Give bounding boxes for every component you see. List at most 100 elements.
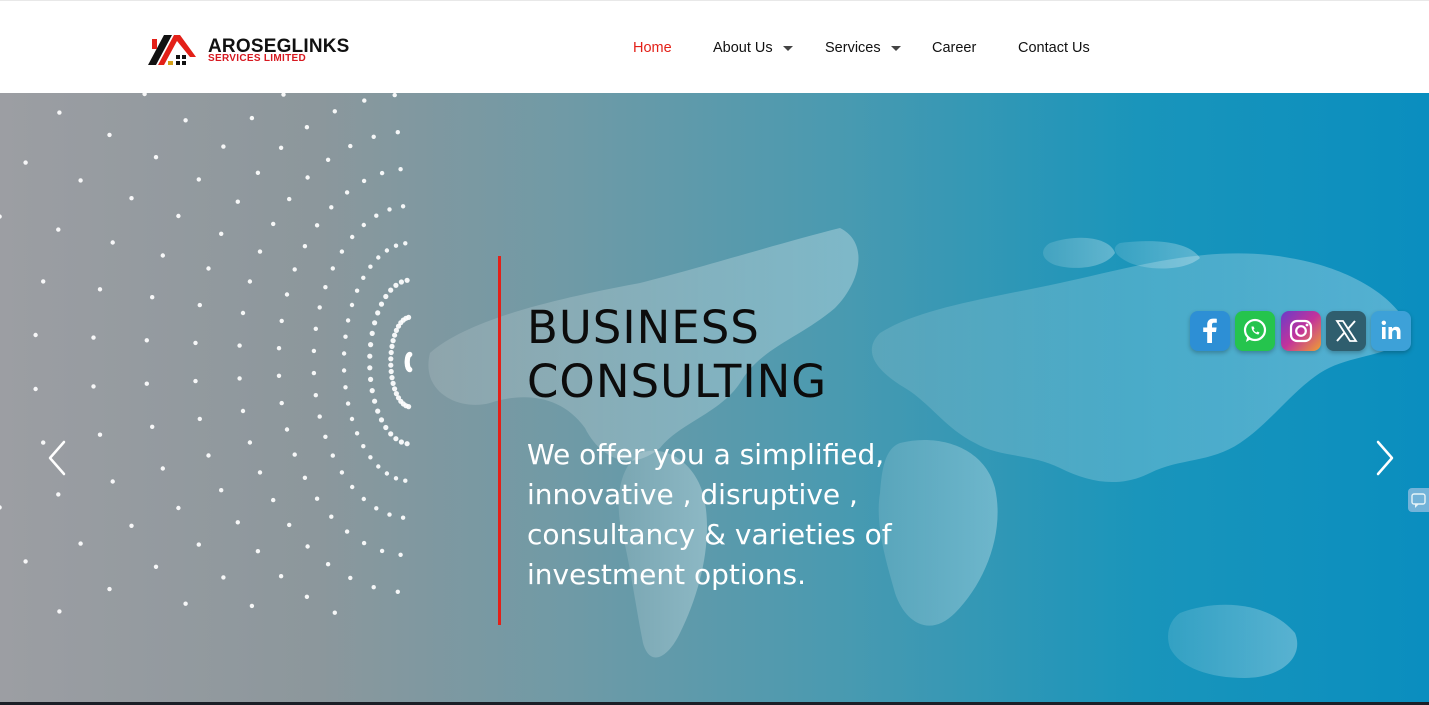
globe-dot <box>398 279 404 285</box>
globe-dot <box>390 380 396 386</box>
globe-dot <box>237 376 242 381</box>
globe-dot <box>23 559 28 564</box>
side-widget-tab[interactable] <box>1408 488 1429 512</box>
globe-dot <box>311 370 317 376</box>
globe-dot <box>281 93 286 97</box>
globe-dot <box>403 241 408 246</box>
globe-dot <box>371 134 376 139</box>
chevron-right-icon <box>1376 440 1394 476</box>
globe-dot <box>343 334 348 339</box>
globe-dot <box>176 213 181 219</box>
whatsapp-button[interactable] <box>1235 311 1275 351</box>
globe-dot <box>332 610 337 615</box>
hero-slider: BUSINESS CONSULTING We offer you a simpl… <box>0 93 1429 705</box>
instagram-button[interactable] <box>1281 311 1321 351</box>
globe-dot <box>219 231 224 236</box>
globe-dot <box>393 243 399 248</box>
globe-dot <box>367 353 373 359</box>
globe-dot <box>240 408 246 414</box>
nav-career[interactable]: Career <box>932 39 976 57</box>
hero-title: BUSINESS CONSULTING <box>527 301 1047 409</box>
globe-dot <box>400 204 406 209</box>
globe-dot <box>193 340 198 346</box>
globe-dot <box>271 221 276 227</box>
globe-dot <box>110 479 115 484</box>
instagram-icon <box>1289 319 1313 343</box>
globe-dot <box>388 431 394 437</box>
globe-dot <box>150 295 155 300</box>
globe-dot <box>341 368 347 373</box>
globe-dot <box>41 279 46 284</box>
nav-about-us[interactable]: About Us <box>713 39 793 57</box>
globe-dot <box>57 609 62 614</box>
globe-dot <box>369 388 375 394</box>
globe-dot <box>304 594 310 599</box>
globe-dot <box>197 416 202 422</box>
slider-prev-button[interactable] <box>42 438 72 478</box>
globe-dot <box>249 115 255 121</box>
globe-dot <box>107 132 112 138</box>
globe-dot <box>384 248 390 253</box>
globe-dot <box>284 427 290 432</box>
globe-dot <box>388 368 394 375</box>
globe-dot <box>389 343 395 349</box>
globe-dot <box>374 213 379 218</box>
globe-dot <box>23 160 28 165</box>
nav-services-label: Services <box>825 40 881 56</box>
x-button[interactable] <box>1326 311 1366 351</box>
globe-dot <box>392 386 398 392</box>
globe-dot <box>388 356 394 362</box>
globe-dot <box>276 346 282 351</box>
globe-dot <box>221 144 226 149</box>
globe-dot <box>255 549 261 554</box>
globe-dot <box>354 288 360 293</box>
globe-dot <box>302 244 308 249</box>
globe-dot <box>393 282 399 288</box>
globe-dot <box>372 320 378 326</box>
globe-dot <box>344 529 350 534</box>
globe-dot <box>330 266 335 271</box>
globe-dot <box>362 98 367 103</box>
globe-dot <box>317 305 322 310</box>
globe-dot <box>313 326 318 331</box>
globe-dot <box>325 562 331 567</box>
globe-dot <box>247 440 253 445</box>
globe-dot <box>150 424 155 429</box>
globe-dot <box>349 302 355 308</box>
globe-dot <box>341 351 347 356</box>
facebook-button[interactable] <box>1190 311 1230 351</box>
globe-dot <box>292 267 297 272</box>
nav-home[interactable]: Home <box>633 39 672 57</box>
house-logo-icon <box>148 35 196 65</box>
globe-dot <box>110 240 115 245</box>
globe-dot <box>33 332 38 338</box>
nav-services[interactable]: Services <box>825 39 901 57</box>
slider-next-button[interactable] <box>1370 438 1400 478</box>
linkedin-button[interactable] <box>1371 311 1411 351</box>
brand-logo[interactable]: AROSEGLINKS SERVICES LIMITED <box>146 29 349 69</box>
globe-dot <box>144 381 149 386</box>
globe-dot <box>287 196 292 202</box>
globe-dot <box>330 453 335 458</box>
globe-dot <box>383 424 389 431</box>
nav-contact-us[interactable]: Contact Us <box>1018 39 1090 57</box>
globe-dot <box>398 552 403 557</box>
globe-dot <box>361 540 367 546</box>
globe-dot <box>160 466 165 471</box>
globe-dot <box>97 432 103 437</box>
globe-dot <box>304 125 310 130</box>
globe-dot <box>314 496 320 501</box>
globe-dot <box>379 170 385 176</box>
globe-dot <box>249 603 255 609</box>
globe-dot <box>368 455 373 460</box>
globe-dot <box>369 330 375 336</box>
globe-dot <box>107 586 112 592</box>
globe-dot <box>160 253 165 258</box>
globe-dot <box>348 143 353 149</box>
globe-dot <box>0 505 2 510</box>
hero-title-line-2: CONSULTING <box>527 355 828 408</box>
globe-dot <box>374 506 379 511</box>
globe-dot <box>247 279 253 284</box>
globe-dot <box>393 327 399 333</box>
globe-dot <box>404 277 410 283</box>
